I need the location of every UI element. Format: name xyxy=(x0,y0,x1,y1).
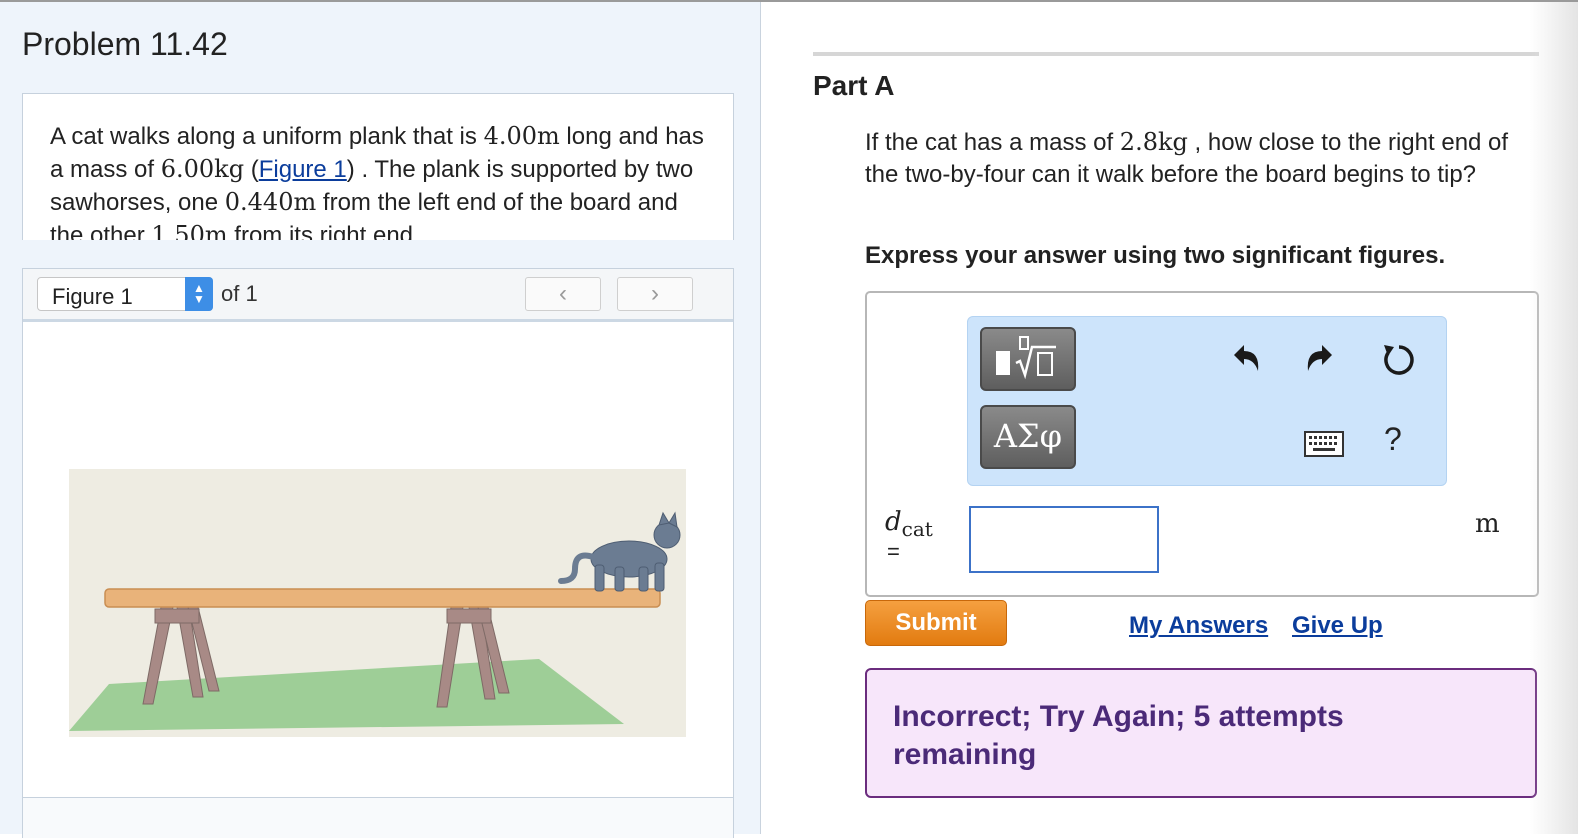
my-answers-link[interactable]: My Answers xyxy=(1129,612,1268,640)
problem-title: Problem 11.42 xyxy=(22,26,228,62)
statement-text: from its right end. xyxy=(227,222,420,240)
part-title: Part A xyxy=(813,70,895,101)
templates-icon xyxy=(996,336,1056,380)
undo-icon[interactable] xyxy=(1230,341,1264,375)
edge-shadow xyxy=(1530,2,1578,834)
previous-figure-button[interactable]: ‹ xyxy=(525,277,601,311)
figure-select-value: Figure 1 xyxy=(52,284,133,309)
figure-footer xyxy=(23,797,733,838)
answer-unit: m xyxy=(1475,509,1500,539)
plank xyxy=(104,588,661,608)
reset-icon[interactable] xyxy=(1380,341,1418,379)
next-figure-button[interactable]: › xyxy=(617,277,693,311)
redo-icon[interactable] xyxy=(1302,341,1336,375)
figure-link[interactable]: Figure 1 xyxy=(259,156,347,183)
chevron-left-icon: ‹ xyxy=(559,280,567,307)
answer-pane: Part A If the cat has a mass of 2.8kg , … xyxy=(761,2,1578,834)
templates-button[interactable] xyxy=(980,327,1076,391)
divider xyxy=(813,52,1539,56)
variable-subscript: cat xyxy=(901,517,933,542)
select-arrows-icon[interactable]: ▲ ▼ xyxy=(185,277,213,311)
submit-button[interactable]: Submit xyxy=(865,600,1007,646)
variable-symbol: d xyxy=(885,507,902,537)
equals-sign: = xyxy=(887,539,900,564)
left-sawhorse-distance: 0.440m xyxy=(224,188,317,216)
feedback-box: Incorrect; Try Again; 5 attempts remaini… xyxy=(865,668,1537,798)
instruction: Express your answer using two significan… xyxy=(865,242,1446,269)
answer-variable: dcat xyxy=(885,507,933,541)
help-icon[interactable]: ? xyxy=(1384,421,1402,458)
statement-text: ( xyxy=(244,156,259,183)
figure-select[interactable]: Figure 1 ▲ ▼ xyxy=(37,277,213,311)
give-up-link[interactable]: Give Up xyxy=(1292,612,1383,640)
figure-toolbar: Figure 1 ▲ ▼ of 1 ‹ › xyxy=(23,269,733,322)
problem-statement-box: A cat walks along a uniform plank that i… xyxy=(22,93,734,240)
problem-statement: A cat walks along a uniform plank that i… xyxy=(50,120,715,240)
right-sawhorse-distance: 1.50m xyxy=(151,221,228,240)
answer-box: ΑΣφ ? dcat = m xyxy=(865,291,1539,597)
problem-pane: Problem 11.42 A cat walks along a unifor… xyxy=(0,2,761,838)
feedback-message: Incorrect; Try Again; 5 attempts remaini… xyxy=(893,700,1344,771)
chevron-right-icon: › xyxy=(651,280,659,307)
statement-text: A cat walks along a uniform plank that i… xyxy=(50,123,484,150)
figure-panel: Figure 1 ▲ ▼ of 1 ‹ › xyxy=(22,268,734,838)
answer-input[interactable] xyxy=(969,506,1159,573)
greek-button[interactable]: ΑΣφ xyxy=(980,405,1076,469)
plank-mass: 6.00kg xyxy=(160,155,245,183)
question-text: If the cat has a mass of 2.8kg , how clo… xyxy=(865,126,1535,191)
cat-mass: 2.8kg xyxy=(1119,128,1188,156)
keyboard-icon[interactable] xyxy=(1304,431,1344,457)
figure-count: of 1 xyxy=(221,281,258,306)
greek-icon: ΑΣφ xyxy=(993,417,1063,455)
plank-length: 4.00m xyxy=(483,122,560,150)
figure-image xyxy=(69,469,686,737)
math-toolbar: ΑΣφ ? xyxy=(967,316,1447,486)
question-fragment: If the cat has a mass of xyxy=(865,129,1120,156)
